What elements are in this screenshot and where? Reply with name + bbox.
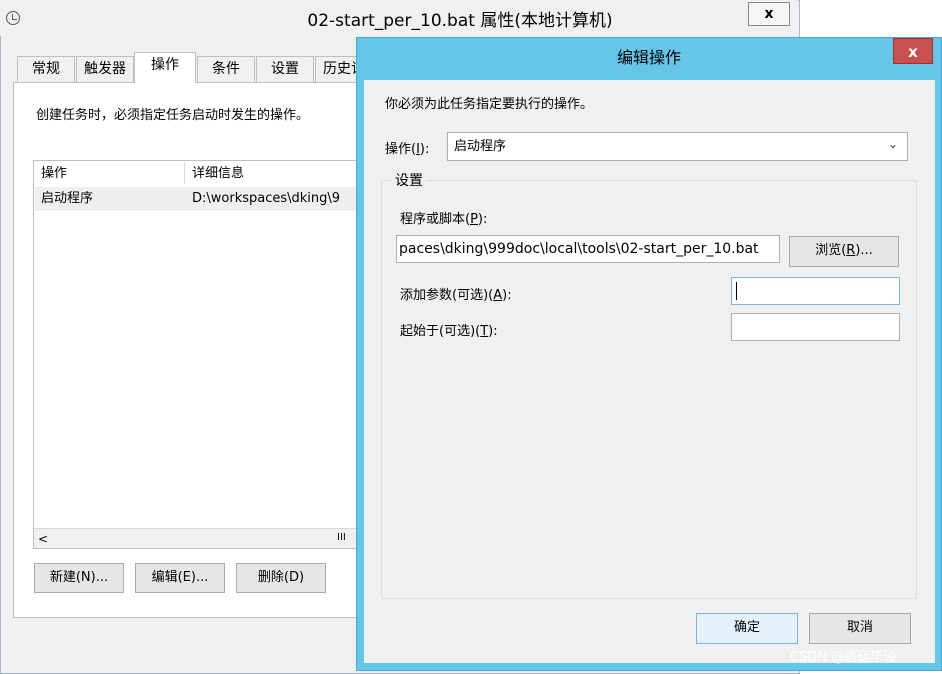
settings-legend: 设置 [392,170,426,190]
tab-conditions[interactable]: 条件 [197,56,255,82]
window-title: 02-start_per_10.bat 属性(本地计算机) [307,11,613,31]
start-in-label: 起始于(可选)(T): [400,324,498,339]
action-label: 操作(I): [385,142,430,157]
arguments-input[interactable] [731,277,900,305]
scroll-left-arrow-icon[interactable]: < [38,532,48,546]
row-action-cell: 启动程序 [41,191,94,206]
tab-general[interactable]: 常规 [17,56,75,82]
horizontal-scrollbar[interactable] [34,528,372,548]
program-label: 程序或脚本(P): [400,212,488,227]
start-in-input[interactable] [731,313,900,341]
tab-settings[interactable]: 设置 [256,56,314,82]
clock-icon [6,11,20,25]
dialog-prompt: 你必须为此任务指定要执行的操作。 [385,97,594,112]
scroll-thumb-grip-icon[interactable]: III [337,532,346,543]
column-header-details[interactable]: 详细信息 [192,163,244,185]
tab-actions[interactable]: 操作 [134,52,196,83]
tab-triggers[interactable]: 触发器 [76,56,134,82]
browse-button[interactable]: 浏览(R)... [789,236,899,267]
chevron-down-icon[interactable]: ⌄ [888,137,898,151]
actions-list[interactable] [33,160,373,549]
program-path-input[interactable]: paces\dking\999doc\local\tools\02-start_… [396,235,780,263]
column-separator[interactable] [184,162,185,184]
ok-button[interactable]: 确定 [696,613,798,644]
action-select[interactable]: 启动程序 [447,132,908,161]
text-caret [736,282,737,300]
dialog-close-button[interactable]: x [893,38,933,64]
row-details-cell: D:\workspaces\dking\9 [192,191,341,206]
cancel-button[interactable]: 取消 [809,613,911,644]
delete-action-button[interactable]: 删除(D) [236,563,326,593]
close-button[interactable]: x [748,2,790,26]
arguments-label: 添加参数(可选)(A): [400,288,512,303]
watermark: CSDN @高廷毕设 [790,650,897,665]
new-action-button[interactable]: 新建(N)... [34,563,124,593]
column-header-action[interactable]: 操作 [41,163,67,185]
dialog-title: 编辑操作 [616,48,681,67]
actions-description: 创建任务时，必须指定任务启动时发生的操作。 [36,108,310,123]
edit-action-button[interactable]: 编辑(E)... [135,563,225,593]
